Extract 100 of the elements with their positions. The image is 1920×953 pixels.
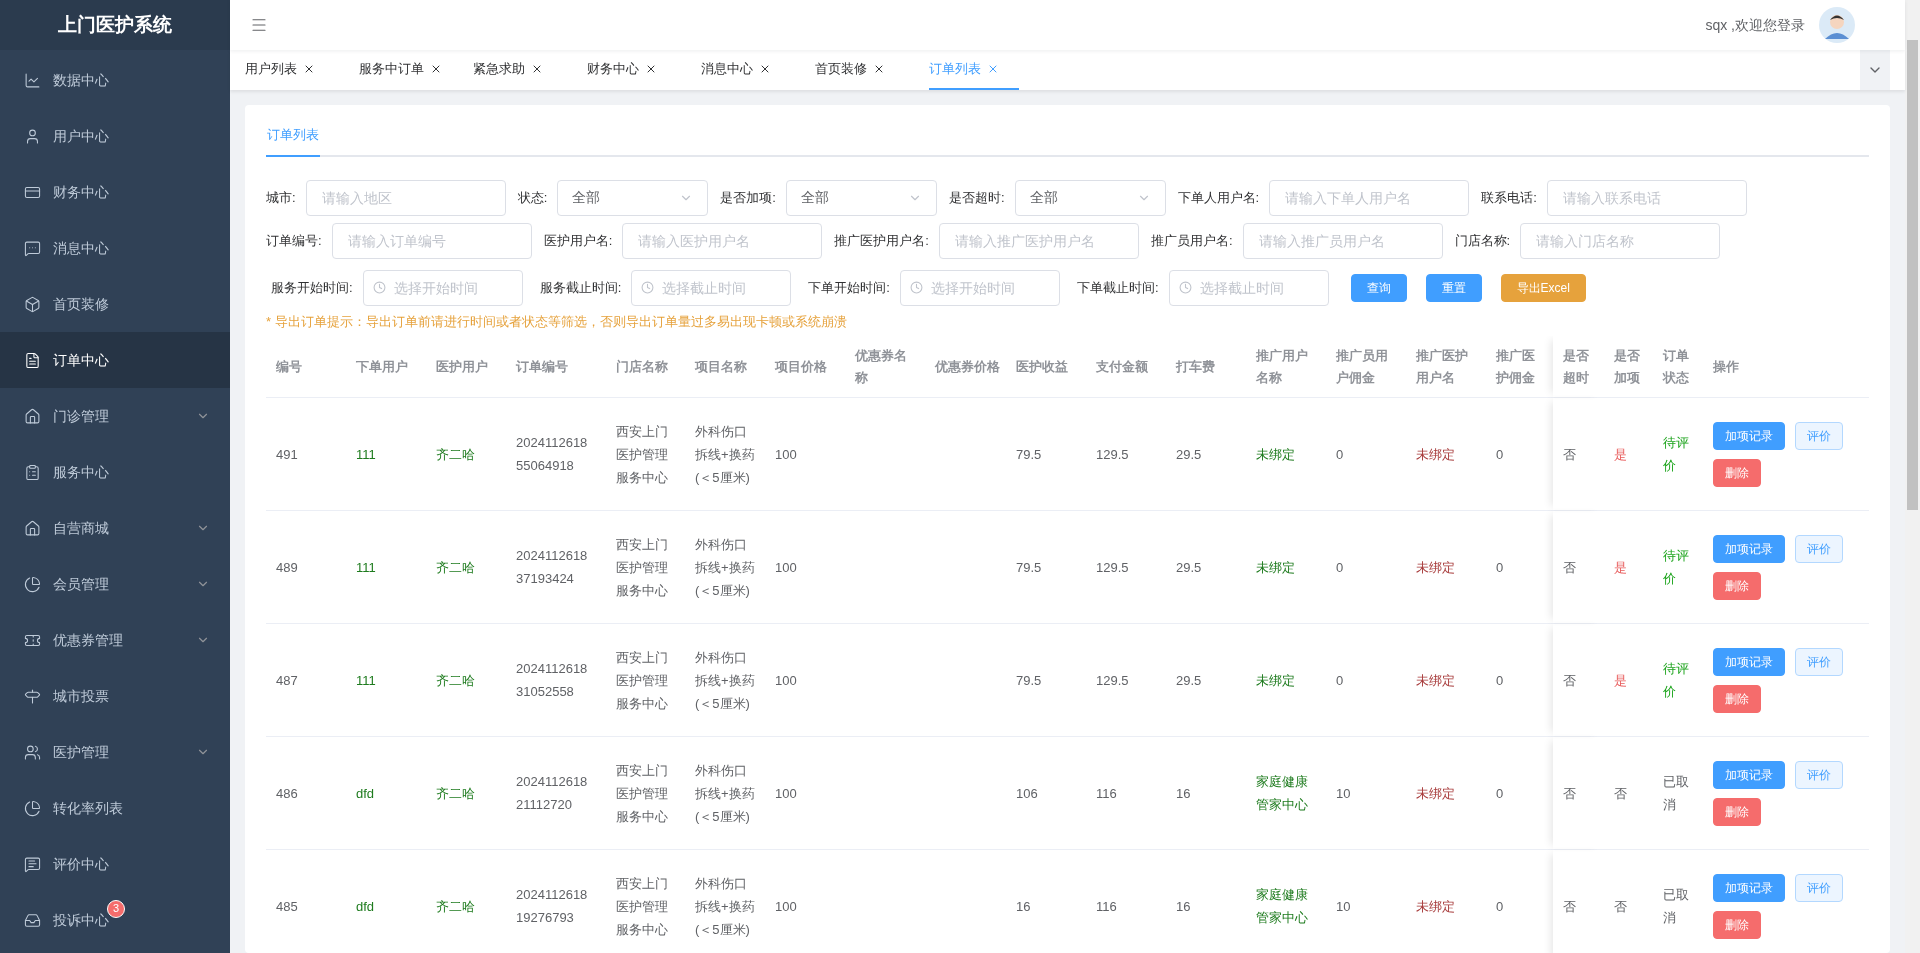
sidebar-item[interactable]: 数据中心 [0, 52, 230, 108]
table-cell-text: 齐二哈 [436, 558, 475, 577]
scrollbar-thumb[interactable] [1907, 40, 1918, 510]
filter-label: 推广医护用户名: [834, 231, 929, 250]
sidebar-item[interactable]: 财务中心 [0, 164, 230, 220]
date-field[interactable]: 选择开始时间 [362, 269, 523, 306]
welcome-text: sqx ,欢迎您登录 [1705, 15, 1805, 35]
filter-label: 推广员用户名: [1150, 231, 1233, 250]
filter-label: 城市: [266, 188, 296, 207]
table-cell-text: 485 [276, 897, 298, 916]
user-icon [24, 127, 41, 145]
input-field[interactable]: 请输入医护用户名 [622, 222, 823, 259]
column-header: 项目价格 [775, 357, 828, 376]
select-field[interactable]: 全部 [1014, 179, 1166, 216]
table-cell-text: 16 [1176, 784, 1191, 803]
table-cell-text: 否 [1563, 784, 1576, 803]
column-header: 订单编号 [516, 357, 569, 376]
sidebar-item[interactable]: 会员管理 [0, 556, 230, 612]
column-header: 是否加项 [1614, 346, 1641, 387]
sidebar-item[interactable]: 用户中心 [0, 108, 230, 164]
sidebar-item[interactable]: 城市投票 [0, 668, 230, 724]
page-tab[interactable]: 财务中心 [587, 50, 677, 90]
table-cell-text: 29.5 [1176, 445, 1202, 464]
table-cell-text: 29.5 [1176, 558, 1202, 577]
sidebar-item[interactable]: 首页装修 [0, 276, 230, 332]
filter-label: 状态: [517, 188, 548, 207]
page-tab[interactable]: 消息中心 [701, 50, 791, 90]
table-cell-text: 待评价 [1663, 434, 1690, 475]
close-icon[interactable] [645, 63, 657, 75]
table-cell-text: 外科伤口拆线+换药(＜5厘米) [695, 535, 756, 600]
table-cell-text: 外科伤口拆线+换药(＜5厘米) [695, 761, 756, 826]
table-cell-text: 79.5 [1016, 671, 1042, 690]
signpost-icon [24, 687, 41, 705]
close-icon[interactable] [303, 63, 315, 75]
select-field[interactable]: 全部 [785, 179, 937, 216]
sidebar-item[interactable]: 投诉中心 3 [0, 892, 230, 948]
close-icon[interactable] [759, 63, 771, 75]
avatar[interactable] [1819, 7, 1855, 43]
page-tab[interactable]: 首页装修 [815, 50, 905, 90]
date-field[interactable]: 选择截止时间 [631, 269, 792, 306]
table-cell-text: 齐二哈 [436, 445, 475, 464]
clipboard-icon [24, 463, 41, 481]
sidebar-item[interactable]: 医护管理 [0, 724, 230, 780]
table-cell-text: 106 [1016, 784, 1038, 803]
column-header: 优惠券名称 [855, 346, 908, 387]
sidebar-item[interactable]: 门诊管理 [0, 388, 230, 444]
sidebar-item[interactable]: 评价中心 [0, 836, 230, 892]
input-field[interactable]: 请输入门店名称 [1520, 222, 1721, 259]
column-header: 操作 [1713, 357, 1740, 376]
table-cell-text: 100 [775, 445, 797, 464]
date-field[interactable]: 选择截止时间 [1168, 269, 1329, 306]
table-cell-text: 否 [1563, 558, 1576, 577]
input-field[interactable]: 请输入推广医护用户名 [938, 222, 1139, 259]
close-icon[interactable] [430, 63, 442, 75]
sidebar-item[interactable]: 自营商城 [0, 500, 230, 556]
sidebar-item[interactable]: 订单中心 [0, 332, 230, 388]
sidebar-item[interactable]: 转化率列表 [0, 780, 230, 836]
sidebar-item[interactable]: 消息中心 [0, 220, 230, 276]
table-cell-text: 已取消 [1663, 886, 1690, 927]
table-cell-text: 2024112618 21112720 [516, 773, 589, 814]
table-cell-text: 100 [775, 784, 797, 803]
table-cell-text: 2024112618 37193424 [516, 547, 589, 588]
close-icon[interactable] [531, 63, 543, 75]
table-cell-text: 486 [276, 784, 298, 803]
table-cell-text: 未绑定 [1256, 558, 1295, 577]
table-cell-text: 待评价 [1663, 547, 1690, 588]
input-field[interactable]: 请输入联系电话 [1546, 179, 1747, 216]
input-field[interactable]: 请输入地区 [305, 179, 506, 216]
table-cell-text: 未绑定 [1416, 784, 1455, 803]
page-tab[interactable]: 服务中订单 [359, 50, 449, 90]
page-tab[interactable]: 用户列表 [245, 50, 335, 90]
table-cell-text: 否 [1563, 897, 1576, 916]
table-cell-text: 0 [1336, 445, 1344, 464]
column-header: 推广医护用户名 [1416, 346, 1469, 387]
table-cell-text: 未绑定 [1256, 445, 1295, 464]
table-cell-text: 100 [775, 897, 797, 916]
sidebar-item[interactable]: 优惠券管理 [0, 612, 230, 668]
table-cell-text: 0 [1496, 558, 1504, 577]
date-field[interactable]: 选择开始时间 [899, 269, 1060, 306]
table-cell-text: dfd [356, 784, 375, 803]
menu-icon[interactable] [250, 16, 268, 34]
input-field[interactable]: 请输入下单人用户名 [1269, 179, 1470, 216]
table-cell-text: 111 [356, 445, 376, 464]
table-cell-text: 外科伤口拆线+换药(＜5厘米) [695, 422, 756, 487]
close-icon[interactable] [873, 63, 885, 75]
table-cell-text: 齐二哈 [436, 784, 475, 803]
clock-icon [909, 280, 923, 294]
input-field[interactable]: 请输入订单编号 [331, 222, 532, 259]
input-field[interactable]: 请输入推广员用户名 [1242, 222, 1443, 259]
table-cell-text: 79.5 [1016, 558, 1042, 577]
pie-chart-icon [24, 575, 41, 593]
table-cell-text: 2024112618 31052558 [516, 660, 589, 701]
sidebar-item[interactable]: 服务中心 [0, 444, 230, 500]
table-cell-text: 否 [1563, 445, 1576, 464]
filter-label: 服务开始时间: [271, 278, 353, 297]
filter-label: 门店名称: [1454, 231, 1511, 250]
page-tab[interactable]: 紧急求助 [473, 50, 563, 90]
table-cell-text: 0 [1496, 897, 1504, 916]
clock-icon [1178, 280, 1192, 294]
select-field[interactable]: 全部 [557, 179, 709, 216]
